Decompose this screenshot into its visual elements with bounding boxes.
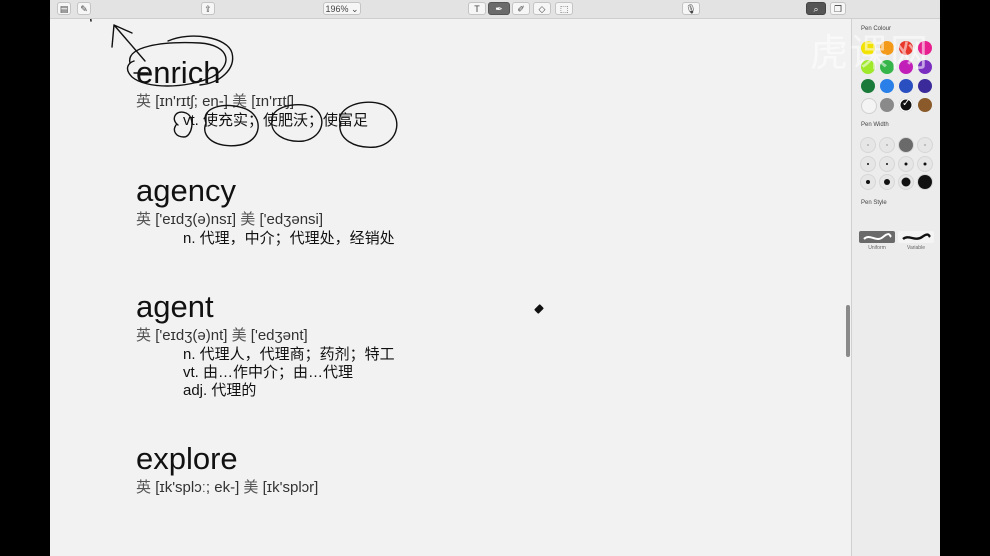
notes-window: ▤ ✎ ⇪ 196% ⌄ T ✒ ✐ ◇ ⬚ 🎙 ⌕ ❐ enrich 英 [ɪ… <box>50 0 940 556</box>
lasso-icon: ⬚ <box>559 4 569 14</box>
uk-label: 英 <box>136 211 152 228</box>
entry-explore: explore 英 [ɪk'splɔː; ek-] 美 [ɪk'splɔr] <box>136 442 318 498</box>
colour-swatch[interactable] <box>899 79 913 93</box>
uk-phonetic: [ɪn'rɪtʃ; en-] <box>155 93 228 110</box>
width-option-2[interactable] <box>879 137 895 153</box>
entry-definition: n. 代理，中介；代理处，经销处 <box>183 230 395 247</box>
width-option-3[interactable] <box>898 137 914 153</box>
entry-word: agency <box>136 173 236 208</box>
entry-phonetics: 英 [ɪn'rɪtʃ; en-] 美 [ɪn'rɪtʃ] <box>136 92 368 112</box>
width-option-9[interactable] <box>860 174 876 190</box>
text-tool-icon: T <box>474 4 480 14</box>
entry-phonetics: 英 ['eɪdʒ(ə)nt] 美 ['edʒənt] <box>136 326 395 346</box>
variable-stroke-icon <box>902 233 931 241</box>
style-variable-option[interactable] <box>898 231 934 243</box>
compose-button[interactable]: ✎ <box>77 2 91 15</box>
width-option-6[interactable] <box>879 156 895 172</box>
width-option-8[interactable] <box>917 156 933 172</box>
width-option-7[interactable] <box>898 156 914 172</box>
width-option-12[interactable] <box>917 174 933 190</box>
share-icon: ⇪ <box>204 4 212 14</box>
pages-button[interactable]: ❐ <box>830 2 846 15</box>
pen-tool-button[interactable]: ✒ <box>488 2 510 15</box>
zoom-value: 196% <box>325 4 349 14</box>
us-phonetic: ['edʒənt] <box>250 327 308 344</box>
us-phonetic: ['edʒənsi] <box>259 211 324 228</box>
entry-word: explore <box>136 441 238 476</box>
entry-agent: agent 英 ['eɪdʒ(ə)nt] 美 ['edʒənt] n. 代理人，… <box>136 290 395 400</box>
vertical-scrollbar[interactable] <box>846 305 850 357</box>
entry-enrich: enrich 英 [ɪn'rɪtʃ; en-] 美 [ɪn'rɪtʃ] vt. … <box>136 56 368 130</box>
ink-tick <box>90 19 92 22</box>
watermark: 虎课网 <box>810 31 931 75</box>
pen-settings-panel: Pen Colour ✓ Pen Width Pen Style Uniform… <box>851 19 940 556</box>
uk-label: 英 <box>136 479 152 496</box>
entry-definition: n. 代理人，代理商；药剂；特工 <box>183 346 395 363</box>
pen-width-title: Pen Width <box>861 122 889 128</box>
style-variable-label: Variable <box>907 245 925 251</box>
colour-swatch[interactable] <box>861 98 877 114</box>
colour-swatch[interactable]: ✓ <box>899 98 913 112</box>
text-tool-button[interactable]: T <box>468 2 486 15</box>
entry-phonetics: 英 [ɪk'splɔː; ek-] 美 [ɪk'splɔr] <box>136 478 318 498</box>
colour-swatch[interactable] <box>918 79 932 93</box>
style-uniform-label: Uniform <box>868 245 886 251</box>
microphone-button[interactable]: 🎙 <box>682 2 700 15</box>
us-label: 美 <box>232 93 248 110</box>
width-option-5[interactable] <box>860 156 876 172</box>
toolbar: ▤ ✎ ⇪ 196% ⌄ T ✒ ✐ ◇ ⬚ 🎙 ⌕ ❐ <box>50 0 940 19</box>
highlighter-icon: ✐ <box>517 4 525 14</box>
width-option-4[interactable] <box>917 137 933 153</box>
share-button[interactable]: ⇪ <box>201 2 215 15</box>
us-phonetic: [ɪk'splɔr] <box>262 479 319 496</box>
colour-swatch[interactable] <box>880 79 894 93</box>
entry-agency: agency 英 ['eɪdʒ(ə)nsɪ] 美 ['edʒənsi] n. 代… <box>136 174 395 248</box>
uk-label: 英 <box>136 93 152 110</box>
uk-phonetic: [ɪk'splɔː; ek-] <box>155 479 240 496</box>
sidebar-toggle-button[interactable]: ▤ <box>57 2 71 15</box>
highlighter-tool-button[interactable]: ✐ <box>512 2 530 15</box>
sidebar-icon: ▤ <box>59 4 69 14</box>
eraser-icon: ◇ <box>538 4 546 14</box>
width-option-1[interactable] <box>860 137 876 153</box>
entry-phonetics: 英 ['eɪdʒ(ə)nsɪ] 美 ['edʒənsi] <box>136 210 395 230</box>
chevron-down-icon: ⌄ <box>351 4 359 14</box>
us-label: 美 <box>240 211 256 228</box>
uk-label: 英 <box>136 327 152 344</box>
note-canvas[interactable]: enrich 英 [ɪn'rɪtʃ; en-] 美 [ɪn'rɪtʃ] vt. … <box>50 19 850 556</box>
zoom-select[interactable]: 196% ⌄ <box>323 2 361 15</box>
compose-icon: ✎ <box>80 4 88 14</box>
entry-definition: adj. 代理的 <box>183 382 257 399</box>
selection-tool-button[interactable]: ⬚ <box>555 2 573 15</box>
checkmark-icon: ✓ <box>902 98 911 109</box>
pages-icon: ❐ <box>833 4 843 14</box>
pen-style-title: Pen Style <box>861 200 887 206</box>
style-uniform-option[interactable] <box>859 231 895 243</box>
markup-icon: ⌕ <box>813 4 819 14</box>
pen-icon: ✒ <box>495 4 503 14</box>
width-option-10[interactable] <box>879 174 895 190</box>
eraser-tool-button[interactable]: ◇ <box>533 2 551 15</box>
colour-swatch[interactable] <box>918 98 932 112</box>
markup-button[interactable]: ⌕ <box>806 2 826 15</box>
us-label: 美 <box>231 327 247 344</box>
entry-definition: vt. 由…作中介；由…代理 <box>183 364 354 381</box>
us-label: 美 <box>243 479 259 496</box>
pen-cursor-icon <box>534 304 544 314</box>
uk-phonetic: ['eɪdʒ(ə)nsɪ] <box>155 211 237 228</box>
uniform-stroke-icon <box>863 233 892 240</box>
entry-definition: vt. 使充实；使肥沃；使富足 <box>183 112 369 129</box>
microphone-icon: 🎙 <box>685 4 697 14</box>
colour-swatch[interactable] <box>880 98 894 112</box>
uk-phonetic: ['eɪdʒ(ə)nt] <box>155 327 228 344</box>
us-phonetic: [ɪn'rɪtʃ] <box>251 93 294 110</box>
entry-word: agent <box>136 289 214 324</box>
width-option-11[interactable] <box>898 174 914 190</box>
colour-swatch[interactable] <box>861 79 875 93</box>
entry-word: enrich <box>136 55 221 90</box>
